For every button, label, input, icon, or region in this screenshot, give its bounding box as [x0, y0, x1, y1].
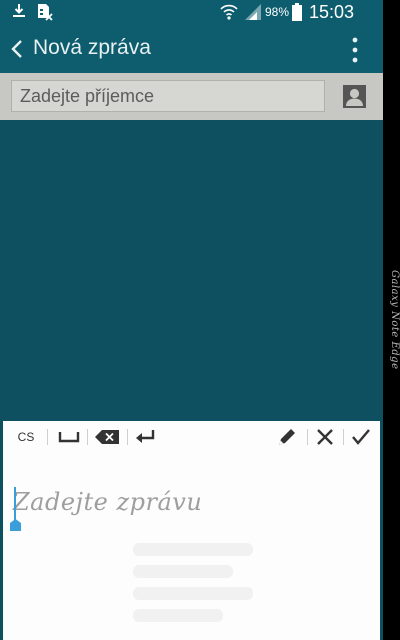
edge-device-label: Galaxy Note Edge [389, 270, 400, 370]
backspace-icon[interactable] [91, 425, 123, 449]
action-bar: Nová zpráva [0, 25, 383, 73]
handwriting-area[interactable]: Zadejte zprávu [3, 453, 380, 640]
faint-text-line [133, 609, 223, 622]
divider [127, 429, 128, 445]
phone-screen: 98% 15:03 Nová zpráva CS [0, 0, 383, 640]
more-vert-icon[interactable] [343, 36, 367, 64]
battery-percent: 98% [265, 5, 290, 19]
language-toggle[interactable]: CS [13, 425, 39, 449]
download-icon [11, 3, 27, 24]
status-bar: 98% 15:03 [0, 0, 383, 25]
enter-icon[interactable] [131, 425, 159, 449]
recipient-input[interactable] [11, 80, 325, 112]
divider [87, 429, 88, 445]
chevron-left-icon[interactable] [6, 37, 30, 61]
faint-text-line [133, 565, 233, 578]
divider [343, 429, 344, 445]
signal-icon [244, 3, 262, 26]
space-icon[interactable] [55, 425, 83, 449]
faint-text-line [133, 587, 253, 600]
contact-icon[interactable] [343, 85, 366, 108]
check-icon[interactable] [347, 425, 375, 449]
text-cursor [10, 487, 21, 531]
handwriting-toolbar: CS [3, 421, 380, 453]
close-icon[interactable] [311, 425, 339, 449]
divider [47, 429, 48, 445]
battery-icon [292, 3, 302, 26]
clock: 15:03 [309, 2, 355, 22]
message-hint: Zadejte zprávu [13, 488, 203, 516]
pen-icon[interactable] [273, 425, 301, 449]
faint-text-line [133, 543, 253, 556]
sim-blocked-icon [36, 3, 54, 26]
divider [307, 429, 308, 445]
page-title: Nová zpráva [33, 36, 151, 59]
wifi-icon [220, 3, 238, 26]
handwriting-panel: CS Zadejte zprávu [3, 421, 380, 640]
recipient-bar [0, 73, 383, 120]
